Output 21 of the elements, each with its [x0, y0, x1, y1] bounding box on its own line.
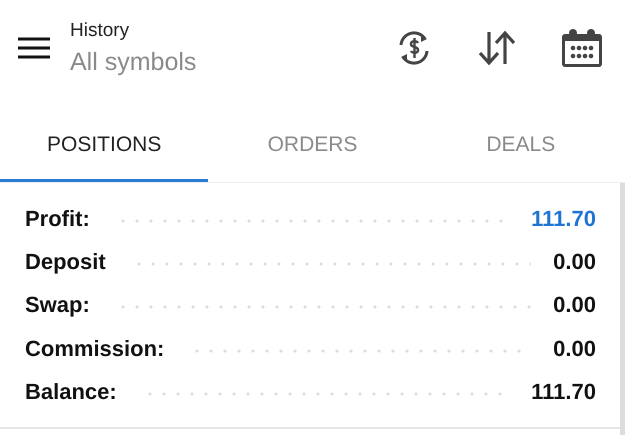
summary-label: Commission:: [25, 336, 164, 362]
tab[interactable]: DEALS: [416, 110, 625, 182]
summary-label: Deposit: [25, 249, 106, 276]
summary-value: 0.00: [553, 249, 596, 276]
summary-value: 0.00: [553, 292, 596, 318]
sort-button[interactable]: [477, 30, 517, 66]
calendar-button[interactable]: [561, 28, 603, 68]
summary-value: 111.70: [531, 206, 596, 232]
summary-label: Balance:: [25, 379, 117, 406]
sort-icon: [477, 30, 517, 66]
summary-value: 111.70: [531, 379, 596, 406]
tab[interactable]: POSITIONS: [0, 110, 208, 182]
calendar-icon: [561, 28, 603, 68]
menu-icon: [18, 37, 50, 59]
tab[interactable]: ORDERS: [208, 110, 417, 182]
symbol-filter[interactable]: All symbols: [70, 48, 351, 76]
summary-label: Swap:: [25, 292, 90, 318]
menu-button[interactable]: [18, 37, 50, 59]
summary-value: 0.00: [553, 336, 596, 362]
summary-label: Profit:: [25, 206, 90, 232]
history-title: History: [70, 20, 130, 42]
